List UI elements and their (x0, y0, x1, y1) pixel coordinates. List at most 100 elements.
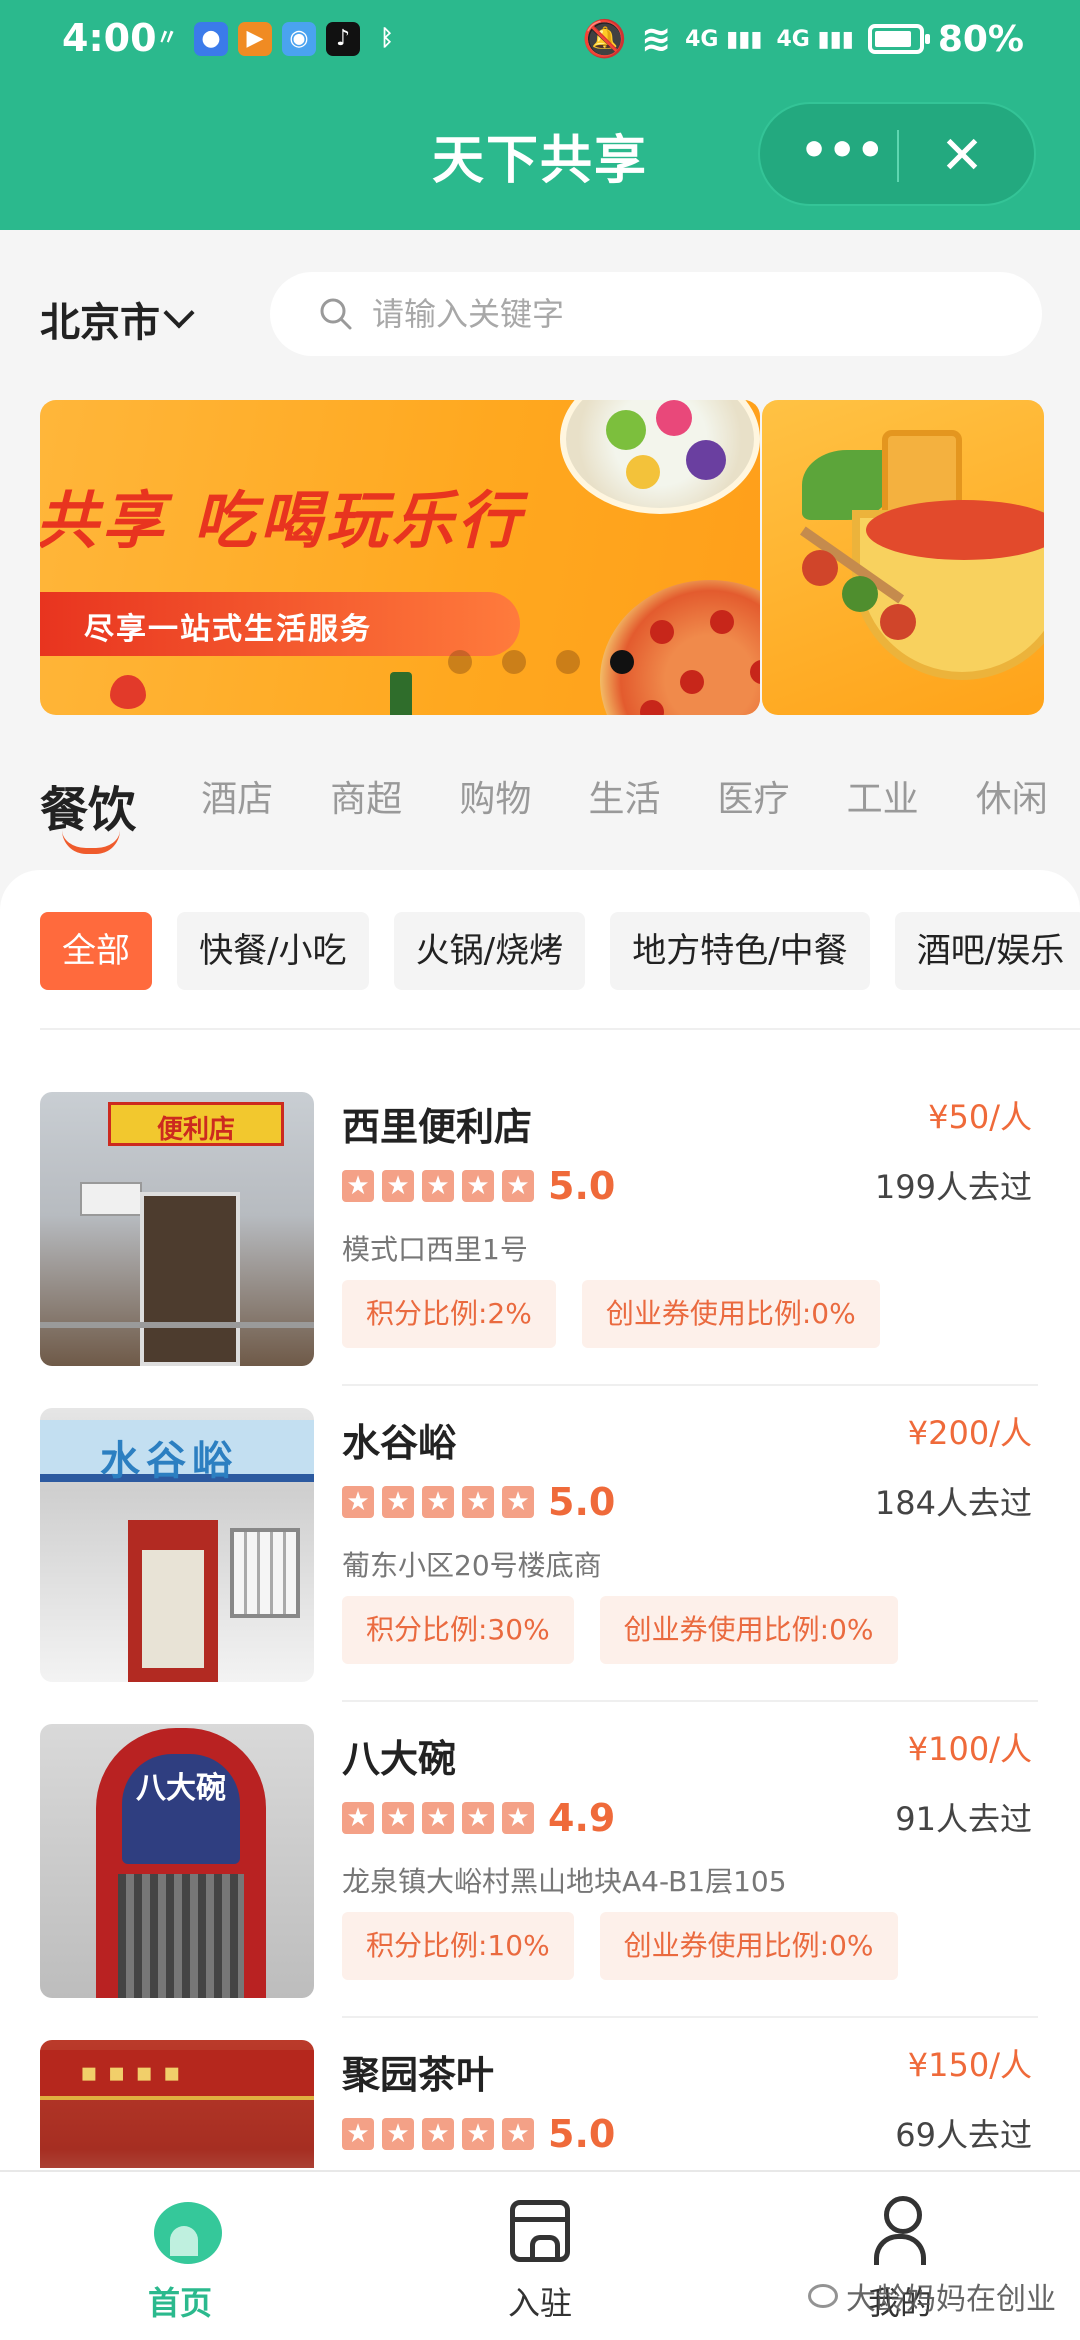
voucher-ratio-tag: 创业券使用比例:0% (581, 1280, 880, 1348)
banner-subline: 尽享一站式生活服务 (84, 612, 372, 647)
store-tags: 积分比例:10% 创业券使用比例:0% (342, 1912, 898, 1980)
active-tab-indicator (62, 830, 120, 854)
chip-hotpot-bbq[interactable]: 火锅/烧烤 (393, 912, 586, 990)
banner-dot[interactable] (502, 650, 526, 674)
store-sign: 八大碗 (122, 1754, 240, 1864)
store-card[interactable]: 便利店 西里便利店 ¥50/人 5.0 199人去过 模式口西里1号 积分比例:… (40, 1092, 1040, 1408)
store-sign: 水谷峪 (40, 1420, 314, 1484)
chip-fastfood[interactable]: 快餐/小吃 (177, 912, 369, 990)
visit-count: 199人去过 (874, 1168, 1032, 1206)
tab-industry[interactable]: 工业 (847, 770, 919, 822)
tab-home-label: 首页 (147, 2284, 212, 2322)
star-icon (502, 2118, 534, 2150)
category-tabs: 餐饮 酒店 商超 购物 生活 医疗 工业 休闲 (40, 770, 1080, 850)
star-icon (502, 1170, 534, 1202)
store-door (140, 1192, 240, 1366)
status-app-icons: 〃 ● ▶ ◉ ♪ ᛒ (150, 22, 404, 56)
star-icon (422, 1486, 454, 1518)
air-conditioner (80, 1182, 142, 1216)
points-ratio-tag: 积分比例:10% (342, 1912, 574, 1980)
star-icon (462, 1170, 494, 1202)
search-icon (320, 298, 352, 330)
tab-supermarket[interactable]: 商超 (330, 770, 402, 822)
star-icon (502, 1802, 534, 1834)
store-price: ¥50/人 (928, 1098, 1032, 1136)
battery-icon (867, 24, 930, 54)
star-icon (342, 1802, 374, 1834)
star-icon (462, 2118, 494, 2150)
tab-life[interactable]: 生活 (588, 770, 660, 822)
skewer-meat (842, 576, 878, 612)
star-icon (422, 1170, 454, 1202)
star-icon (382, 1802, 414, 1834)
visit-count: 184人去过 (874, 1484, 1032, 1522)
tab-join-label: 入驻 (507, 2284, 572, 2322)
bulb-app-icon: ● (194, 22, 228, 56)
promo-banner-next[interactable] (762, 400, 1044, 715)
storefront-icon (510, 2200, 570, 2262)
store-sign: 便利店 (108, 1102, 284, 1146)
tab-join[interactable]: 入驻 (440, 2190, 640, 2330)
promo-banner[interactable]: 共享 吃喝玩乐行 尽享一站式生活服务 (40, 400, 760, 715)
more-dots-icon[interactable]: ••• (800, 129, 884, 178)
home-icon (154, 2202, 222, 2264)
store-card[interactable]: ▪▪▪▪ 聚园茶叶 ¥150/人 5.0 69人去过 (40, 2040, 1040, 2168)
chip-all[interactable]: 全部 (40, 912, 152, 990)
star-icon (502, 1486, 534, 1518)
store-address: 龙泉镇大峪村黑山地块A4-B1层105 (342, 1865, 787, 1898)
chip-bar-entertainment[interactable]: 酒吧/娱乐 (894, 912, 1080, 990)
tab-hotel[interactable]: 酒店 (201, 770, 273, 822)
store-divider (342, 1700, 1038, 1702)
chip-local-cuisine[interactable]: 地方特色/中餐 (610, 912, 870, 990)
skewer-meat (802, 550, 838, 586)
star-icon (422, 1802, 454, 1834)
store-name: 西里便利店 (342, 1105, 533, 1149)
store-price: ¥150/人 (907, 2046, 1032, 2084)
banner-dot-active[interactable] (610, 650, 634, 674)
signal-icon-1: 4G ▮▮▮ (685, 26, 763, 52)
store-tags: 积分比例:2% 创业券使用比例:0% (342, 1280, 880, 1348)
store-photo: 水谷峪 (40, 1408, 314, 1682)
store-address: 葡东小区20号楼底商 (342, 1549, 602, 1582)
tab-home[interactable]: 首页 (80, 2190, 280, 2330)
star-icon (382, 2118, 414, 2150)
rating-score: 4.9 (548, 1796, 616, 1840)
store-photo: 八大碗 (40, 1724, 314, 1998)
tab-shopping[interactable]: 购物 (459, 770, 531, 822)
search-input[interactable] (372, 288, 992, 340)
close-icon[interactable]: ✕ (930, 128, 994, 184)
status-time: 4:00 (62, 16, 157, 60)
tab-leisure[interactable]: 休闲 (976, 770, 1048, 822)
wifi-icon: ≋ (640, 18, 672, 60)
railing (40, 1322, 314, 1328)
bottle-image (390, 672, 412, 715)
user-icon (874, 2196, 926, 2268)
store-card[interactable]: 八大碗 八大碗 ¥100/人 4.9 91人去过 龙泉镇大峪村黑山地块A4-B1… (40, 1724, 1040, 2040)
rating-score: 5.0 (548, 1164, 616, 1208)
banner-dot[interactable] (448, 650, 472, 674)
watermark-text: 大龄妈妈在创业 (846, 2282, 1056, 2317)
star-icon (382, 1170, 414, 1202)
signal-icon-2: 4G ▮▮▮ (776, 26, 854, 52)
store-sign: ▪▪▪▪ (40, 2050, 314, 2100)
store-price: ¥100/人 (907, 1730, 1032, 1768)
store-name: 八大碗 (342, 1737, 457, 1781)
star-icon (462, 1486, 494, 1518)
capsule-divider (897, 130, 899, 182)
store-card[interactable]: 水谷峪 水谷峪 ¥200/人 5.0 184人去过 葡东小区20号楼底商 积分比… (40, 1408, 1040, 1724)
mute-icon: 🔕 (582, 19, 627, 60)
miniprogram-capsule: ••• ✕ (758, 102, 1036, 206)
bluetooth-icon: ᛒ (380, 26, 394, 51)
search-bar[interactable] (270, 272, 1042, 356)
star-icon (422, 2118, 454, 2150)
status-bar: 4:00 〃 ● ▶ ◉ ♪ ᛒ 🔕 ≋ 4G ▮▮▮ 4G ▮▮▮ 80% (0, 0, 1080, 84)
skewer-meat (880, 604, 916, 640)
city-selector[interactable]: 北京市 (40, 290, 195, 348)
banner-dot[interactable] (556, 650, 580, 674)
app-header: 4:00 〃 ● ▶ ◉ ♪ ᛒ 🔕 ≋ 4G ▮▮▮ 4G ▮▮▮ 80% 天… (0, 0, 1080, 230)
store-rating: 5.0 (342, 1164, 615, 1208)
tab-medical[interactable]: 医疗 (718, 770, 790, 822)
battery-percent: 80% (937, 18, 1024, 60)
store-price: ¥200/人 (907, 1414, 1032, 1452)
chat-app-icon: ◉ (282, 22, 316, 56)
